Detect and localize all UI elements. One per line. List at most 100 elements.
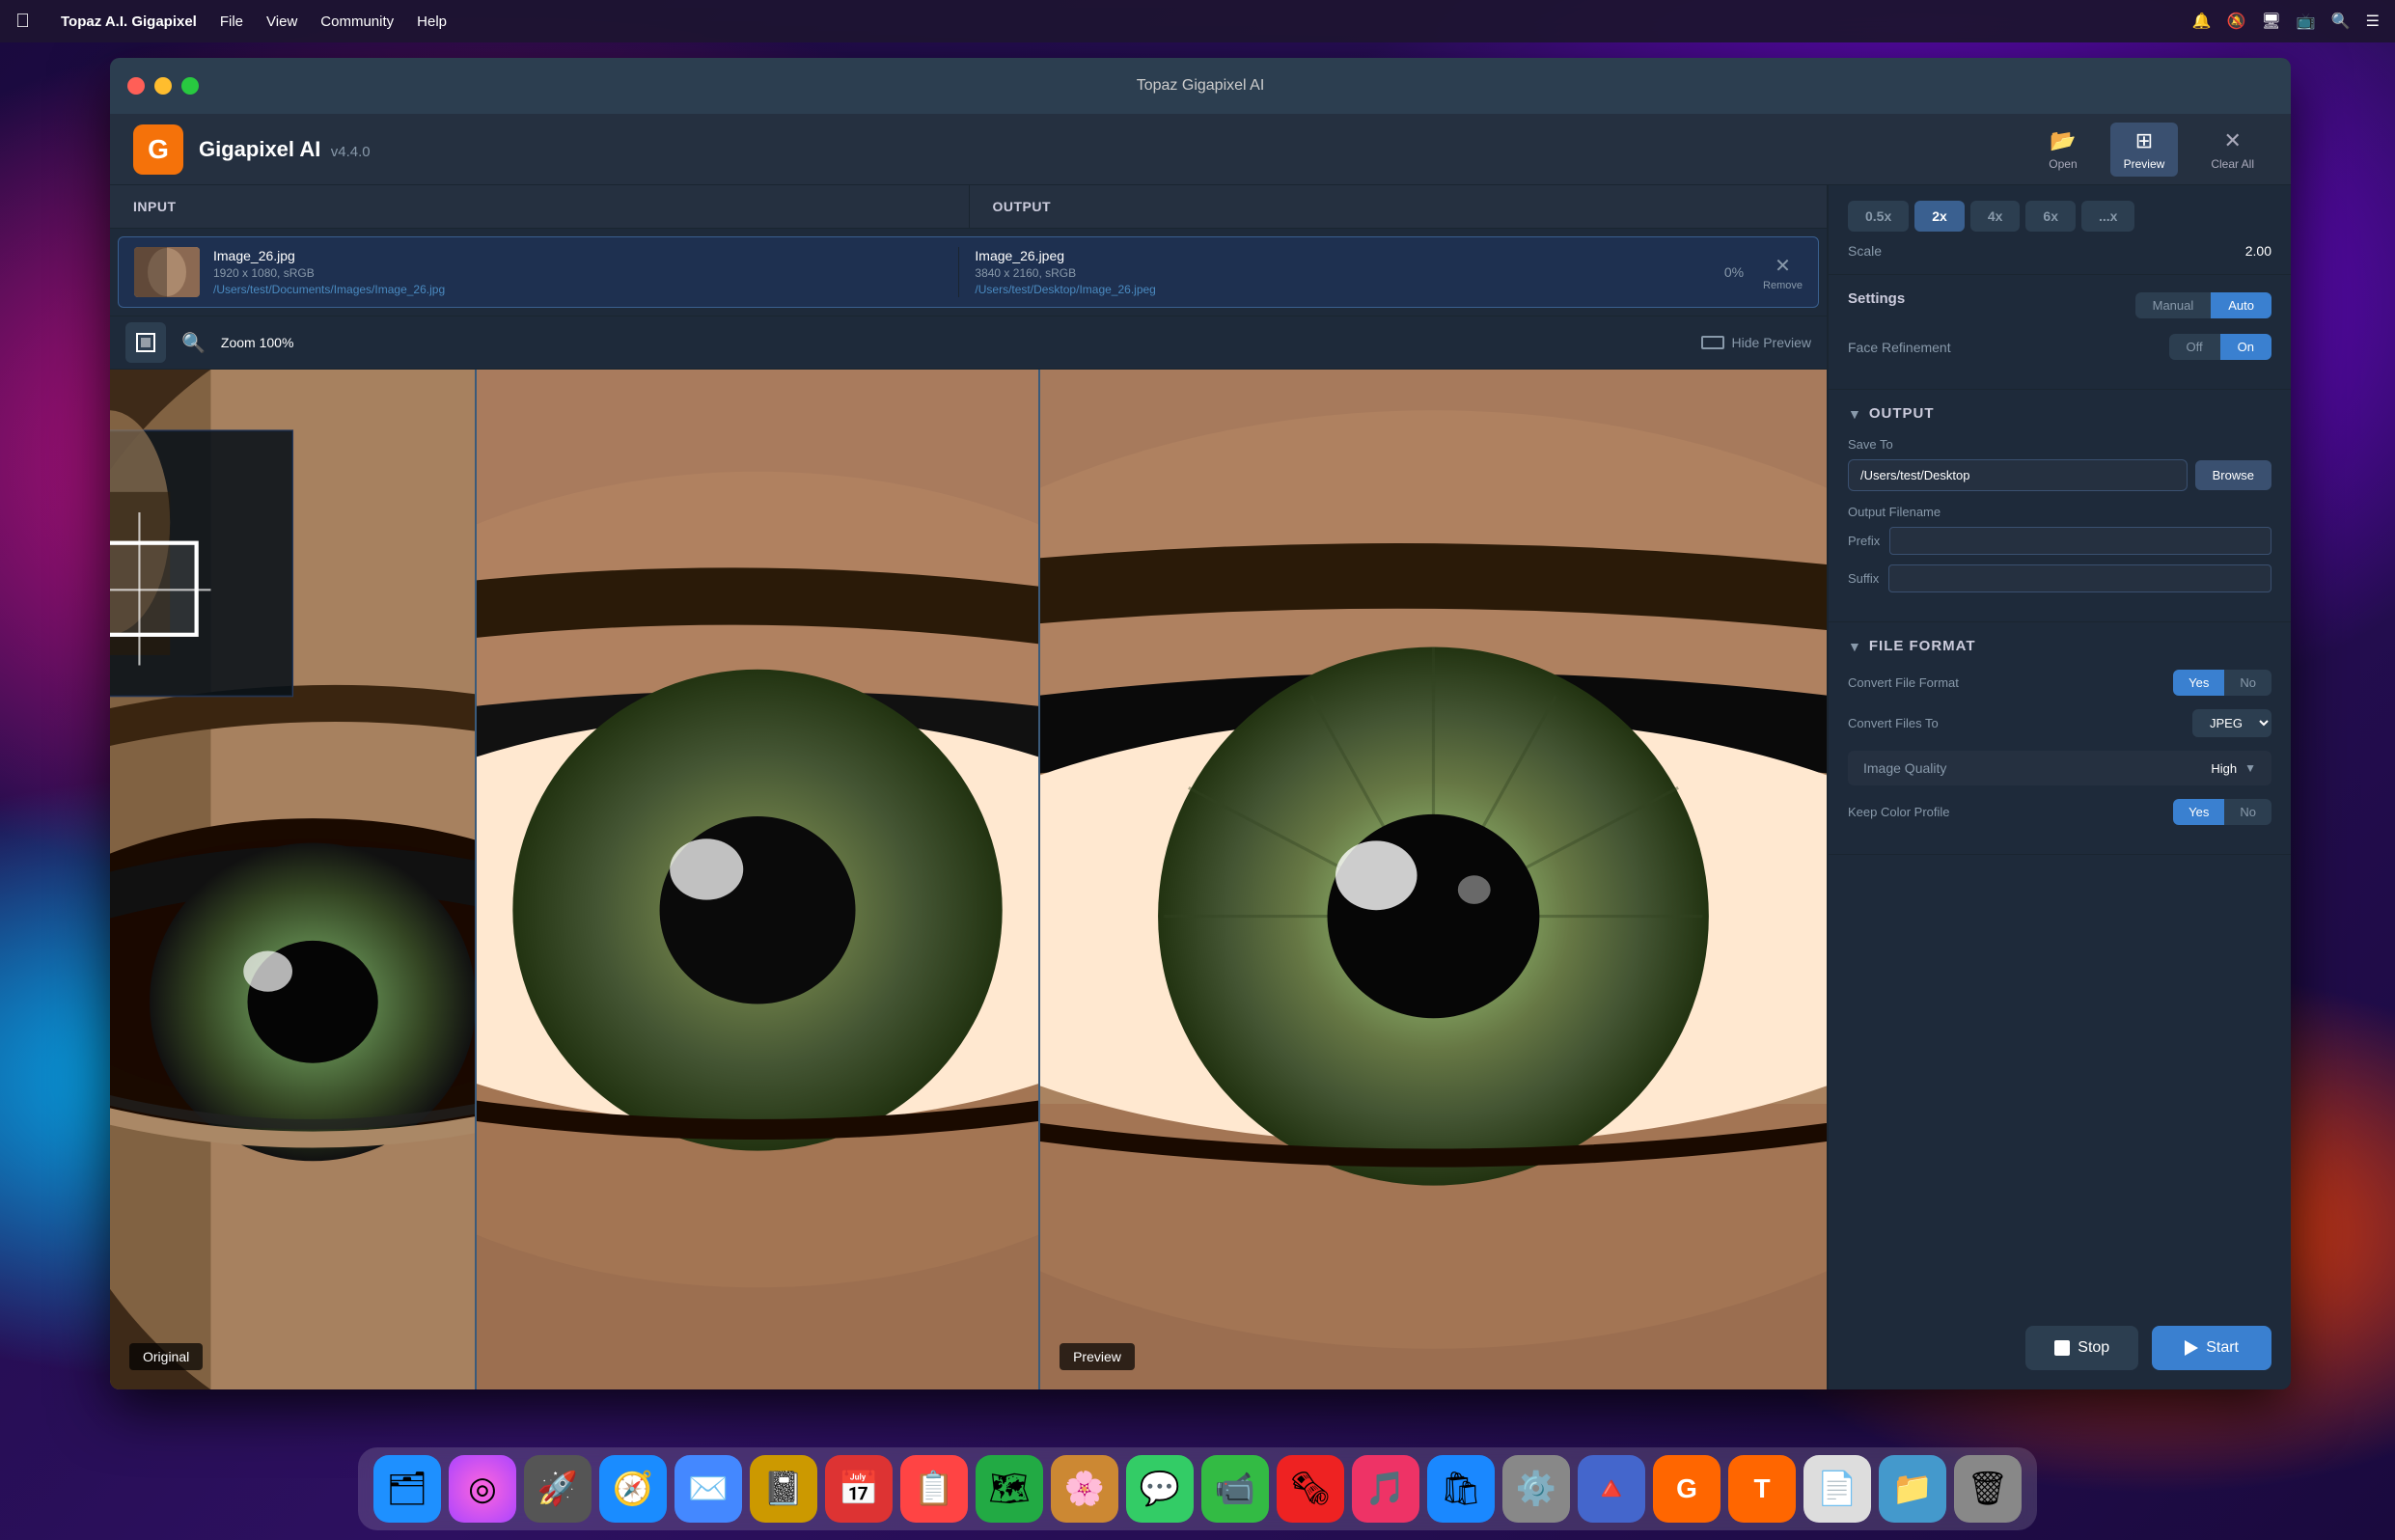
apple-menu[interactable]:  — [15, 11, 30, 33]
hide-preview-button[interactable]: Hide Preview — [1701, 335, 1811, 350]
preview-toolbar: 🔍 Zoom 100% Hide Preview — [110, 316, 1827, 370]
menubar-community[interactable]: Community — [320, 14, 394, 30]
face-refinement-toggle: Off On — [2169, 334, 2271, 360]
dock-launchpad[interactable]: 🚀 — [524, 1455, 592, 1523]
format-select[interactable]: JPEG PNG TIFF — [2192, 709, 2271, 737]
scale-2x-button[interactable]: 2x — [1914, 201, 1965, 232]
app-version: v4.4.0 — [331, 144, 371, 160]
save-to-label: Save To — [1848, 437, 2271, 452]
quality-select-row: High ▼ — [2211, 761, 2256, 776]
minimize-button[interactable] — [154, 77, 172, 95]
dock-facetime[interactable]: 📹 — [1201, 1455, 1269, 1523]
preview-button[interactable]: ⊞ Preview — [2110, 123, 2179, 177]
convert-no-button[interactable]: No — [2224, 670, 2271, 696]
control-icon[interactable]: ☰ — [2366, 12, 2380, 31]
scale-4x-button[interactable]: 4x — [1970, 201, 2021, 232]
dock-finder-2[interactable]: 📁 — [1879, 1455, 1946, 1523]
dock-siri[interactable]: ◎ — [449, 1455, 516, 1523]
menubar-help[interactable]: Help — [417, 14, 447, 30]
screen-share-icon[interactable]: 🖥 — [2262, 12, 2281, 31]
dock-trash[interactable]: 🗑 — [1954, 1455, 2022, 1523]
scale-6x-button[interactable]: 6x — [2025, 201, 2076, 232]
keep-color-no[interactable]: No — [2224, 799, 2271, 825]
dock-finder[interactable]: 🗂 — [373, 1455, 441, 1523]
enhanced-view: Preview — [1040, 370, 1827, 1389]
prefix-input[interactable] — [1889, 527, 2271, 555]
app-name: Gigapixel AI — [199, 137, 320, 161]
keep-color-row: Keep Color Profile Yes No — [1848, 799, 2271, 825]
file-format-chevron: ▼ — [1848, 639, 1861, 654]
output-filename: Image_26.jpeg — [975, 248, 1704, 263]
open-icon: 📂 — [2050, 128, 2076, 153]
dock-messages[interactable]: 💬 — [1126, 1455, 1194, 1523]
output-section-header[interactable]: ▼ OUTPUT — [1848, 405, 2271, 422]
search-icon[interactable]: 🔍 — [2331, 12, 2351, 31]
start-icon — [2185, 1340, 2198, 1356]
dock-topaz-topaz[interactable]: T — [1728, 1455, 1796, 1523]
hide-icon — [1701, 336, 1724, 349]
notification-icon[interactable]: 🔔 — [2192, 12, 2212, 31]
display-icon[interactable]: 📺 — [2297, 12, 2316, 31]
dock-photos[interactable]: 🌸 — [1051, 1455, 1118, 1523]
open-button[interactable]: 📂 Open — [2035, 123, 2090, 177]
dock-news[interactable]: 🗞 — [1277, 1455, 1344, 1523]
face-on-button[interactable]: On — [2220, 334, 2271, 360]
preview-icon: ⊞ — [2135, 128, 2153, 153]
menubar-app-name[interactable]: Topaz A.I. Gigapixel — [61, 14, 197, 30]
dock-safari[interactable]: 🧭 — [599, 1455, 667, 1523]
file-format-header[interactable]: ▼ FILE FORMAT — [1848, 638, 2271, 654]
face-off-button[interactable]: Off — [2169, 334, 2220, 360]
hide-preview-label: Hide Preview — [1732, 335, 1811, 350]
menubar-view[interactable]: View — [266, 14, 297, 30]
output-path-input[interactable] — [1848, 459, 2188, 491]
dock-topaz-gigapixel[interactable]: G — [1653, 1455, 1721, 1523]
scale-05x-button[interactable]: 0.5x — [1848, 201, 1909, 232]
convert-yes-button[interactable]: Yes — [2173, 670, 2224, 696]
remove-icon: ✕ — [1775, 254, 1791, 278]
face-refinement-row: Face Refinement Off On — [1848, 334, 2271, 360]
dock-music[interactable]: 🎵 — [1352, 1455, 1419, 1523]
stop-button[interactable]: Stop — [2025, 1326, 2138, 1370]
maximize-button[interactable] — [181, 77, 199, 95]
content-area: INPUT OUTPUT Image_26.jpg 1920 — [110, 185, 2291, 1389]
dock-maps[interactable]: 🗺 — [976, 1455, 1043, 1523]
auto-button[interactable]: Auto — [2211, 292, 2271, 318]
input-header: INPUT — [110, 185, 969, 228]
remove-file-button[interactable]: ✕ Remove — [1763, 254, 1803, 291]
menubar-file[interactable]: File — [220, 14, 243, 30]
dock-notes[interactable]: 📓 — [750, 1455, 817, 1523]
dock-appstore[interactable]: 🛍 — [1427, 1455, 1495, 1523]
suffix-row: Suffix — [1848, 564, 2271, 592]
output-chevron: ▼ — [1848, 406, 1861, 422]
dock-altimeter[interactable]: 🔺 — [1578, 1455, 1645, 1523]
window-title: Topaz Gigapixel AI — [1137, 77, 1265, 95]
output-filename-label: Output Filename — [1848, 505, 2271, 519]
clear-all-button[interactable]: ✕ Clear All — [2197, 123, 2268, 177]
input-filename: Image_26.jpg — [213, 248, 943, 263]
dock-calendar[interactable]: 📅 — [825, 1455, 893, 1523]
app-header: G Gigapixel AI v4.4.0 📂 Open ⊞ Preview ✕… — [110, 114, 2291, 185]
header-actions: 📂 Open ⊞ Preview ✕ Clear All — [2035, 123, 2268, 177]
suffix-input[interactable] — [1888, 564, 2271, 592]
convert-label: Convert File Format — [1848, 675, 1959, 690]
dock-system-prefs[interactable]: ⚙️ — [1502, 1455, 1570, 1523]
quality-dropdown-arrow[interactable]: ▼ — [2244, 761, 2256, 775]
stop-icon — [2054, 1340, 2070, 1356]
app-logo: G — [133, 124, 183, 175]
image-quality-label: Image Quality — [1863, 760, 1946, 776]
dock-docs[interactable]: 📄 — [1803, 1455, 1871, 1523]
right-panel-spacer — [1829, 855, 2291, 1306]
manual-button[interactable]: Manual — [2135, 292, 2212, 318]
browse-button[interactable]: Browse — [2195, 460, 2271, 490]
notification-off-icon[interactable]: 🔕 — [2227, 12, 2246, 31]
zoom-icon[interactable]: 🔍 — [181, 331, 206, 355]
scale-custom-button[interactable]: ...x — [2081, 201, 2134, 232]
start-button[interactable]: Start — [2152, 1326, 2271, 1370]
close-button[interactable] — [127, 77, 145, 95]
keep-color-yes[interactable]: Yes — [2173, 799, 2224, 825]
fit-button[interactable] — [125, 322, 166, 363]
preview-navigator: Original — [110, 370, 477, 1389]
dock-mail[interactable]: ✉️ — [674, 1455, 742, 1523]
dock-reminders[interactable]: 📋 — [900, 1455, 968, 1523]
file-item: Image_26.jpg 1920 x 1080, sRGB /Users/te… — [118, 236, 1819, 308]
